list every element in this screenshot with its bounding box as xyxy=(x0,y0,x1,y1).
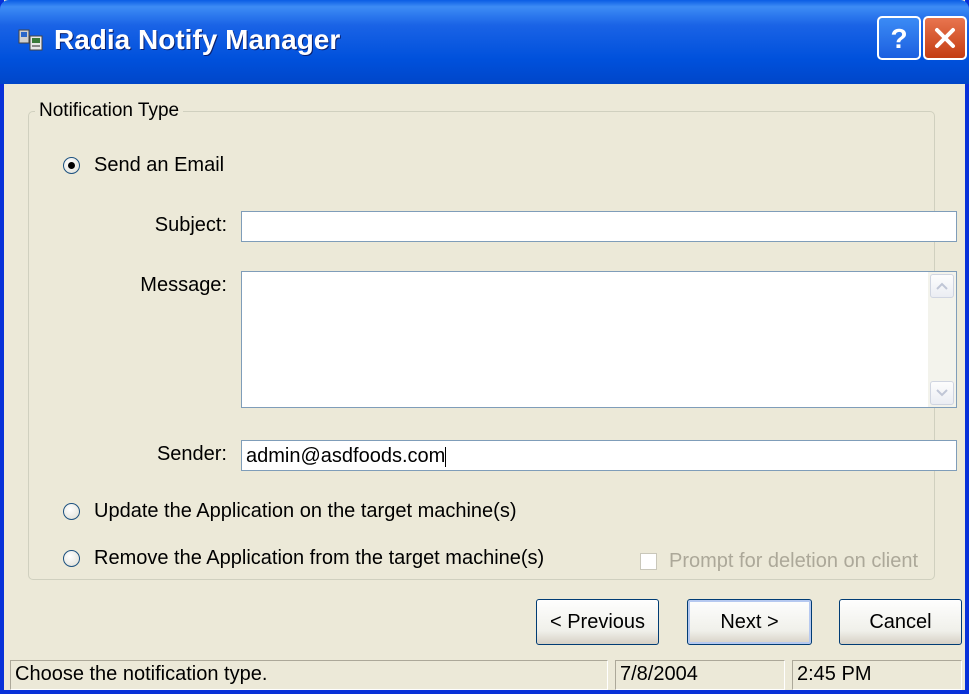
subject-field[interactable] xyxy=(241,211,957,242)
title-bar[interactable]: Radia Notify Manager ? xyxy=(0,0,969,84)
next-button[interactable]: Next > xyxy=(687,599,812,645)
help-icon: ? xyxy=(890,23,907,53)
close-icon xyxy=(935,28,955,48)
chevron-down-icon xyxy=(936,389,948,397)
scroll-up-button[interactable] xyxy=(930,274,954,298)
message-label: Message: xyxy=(140,274,227,296)
dialog-window: Radia Notify Manager ? Notification Type… xyxy=(0,0,969,694)
sender-field[interactable]: admin@asdfoods.com xyxy=(241,440,957,471)
status-bar: Choose the notification type. 7/8/2004 2… xyxy=(4,654,965,690)
window-title: Radia Notify Manager xyxy=(54,24,341,55)
previous-button[interactable]: < Previous xyxy=(536,599,659,645)
radio-update-application[interactable]: Update the Application on the target mac… xyxy=(63,500,516,523)
dialog-content: Notification Type Send an Email Subject:… xyxy=(4,84,965,654)
radio-button-checked[interactable] xyxy=(63,157,80,174)
message-scrollbar[interactable] xyxy=(928,272,956,407)
chevron-up-icon xyxy=(936,282,948,290)
scroll-down-button[interactable] xyxy=(930,381,954,405)
sender-label: Sender: xyxy=(156,443,227,465)
radio-label: Send an Email xyxy=(94,154,225,176)
subject-label: Subject: xyxy=(154,214,227,236)
prompt-deletion-label: Prompt for deletion on client xyxy=(669,550,919,572)
radio-label: Update the Application on the target mac… xyxy=(94,500,517,522)
status-message: Choose the notification type. xyxy=(10,660,608,690)
prompt-deletion-checkbox xyxy=(640,553,657,570)
notification-type-group: Notification Type Send an Email Subject:… xyxy=(28,100,957,580)
status-time: 2:45 PM xyxy=(792,660,962,690)
radio-send-email[interactable]: Send an Email xyxy=(63,154,224,177)
group-legend: Notification Type xyxy=(39,100,180,121)
help-button[interactable]: ? xyxy=(877,16,921,60)
radio-label: Remove the Application from the target m… xyxy=(94,547,545,569)
close-button[interactable] xyxy=(923,16,967,60)
svg-text:?: ? xyxy=(890,23,907,53)
radio-button[interactable] xyxy=(63,503,80,520)
text-caret xyxy=(445,446,447,467)
app-icon xyxy=(18,29,43,51)
message-field[interactable] xyxy=(241,271,957,408)
cancel-button[interactable]: Cancel xyxy=(839,599,962,645)
prompt-deletion-checkbox-row: Prompt for deletion on client xyxy=(640,550,918,573)
radio-button[interactable] xyxy=(63,550,80,567)
sender-value: admin@asdfoods.com xyxy=(246,445,446,467)
radio-remove-application[interactable]: Remove the Application from the target m… xyxy=(63,547,544,570)
status-date: 7/8/2004 xyxy=(615,660,785,690)
